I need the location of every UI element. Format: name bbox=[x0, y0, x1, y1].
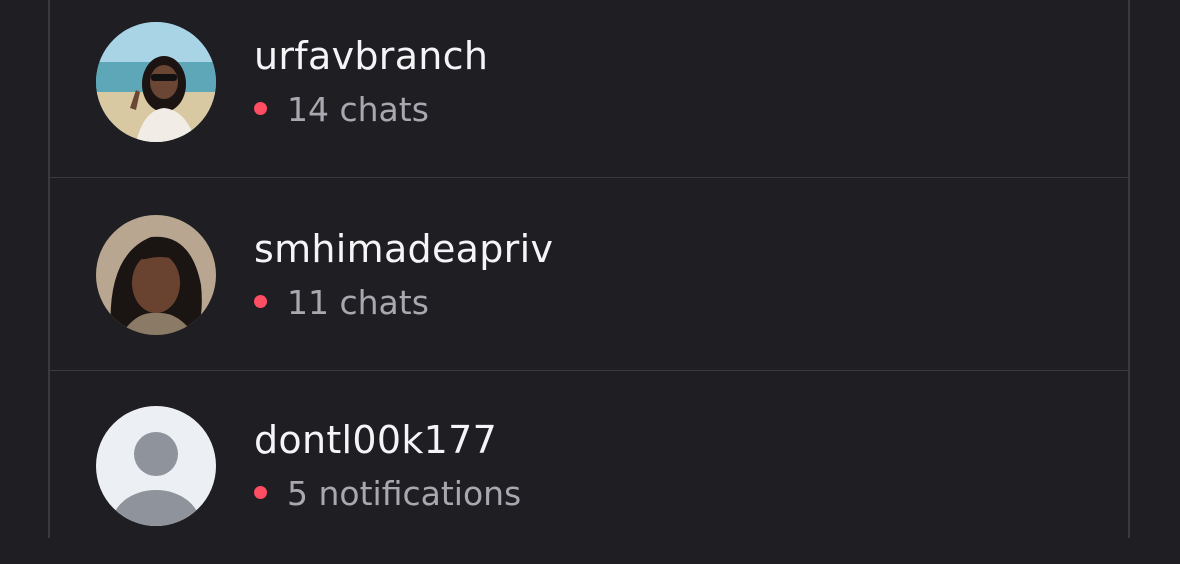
account-status-text: 14 chats bbox=[287, 90, 429, 129]
account-status: 11 chats bbox=[254, 283, 429, 322]
avatar bbox=[96, 406, 216, 526]
account-status-text: 5 notifications bbox=[287, 474, 522, 513]
unread-dot-icon bbox=[254, 102, 267, 115]
unread-dot-icon bbox=[254, 295, 267, 308]
avatar bbox=[96, 22, 216, 142]
user-photo-portrait bbox=[96, 215, 216, 335]
account-row-urfavbranch[interactable]: urfavbranch 14 chats bbox=[50, 0, 1128, 178]
account-row-dontl00k177[interactable]: dontl00k177 5 notifications bbox=[50, 372, 1128, 564]
account-status: 14 chats bbox=[254, 90, 429, 129]
row-divider bbox=[50, 177, 1128, 178]
avatar bbox=[96, 215, 216, 335]
account-username: dontl00k177 bbox=[254, 418, 498, 462]
account-status: 5 notifications bbox=[254, 474, 521, 513]
account-status-text: 11 chats bbox=[287, 283, 429, 322]
account-username: urfavbranch bbox=[254, 34, 489, 78]
row-divider bbox=[50, 370, 1128, 371]
user-photo-beach bbox=[96, 22, 216, 142]
account-username: smhimadeapriv bbox=[254, 227, 554, 271]
default-avatar-icon bbox=[96, 406, 216, 526]
unread-dot-icon bbox=[254, 486, 267, 499]
account-list: urfavbranch 14 chats smhimadeapriv 11 ch… bbox=[48, 0, 1130, 538]
account-row-smhimadeapriv[interactable]: smhimadeapriv 11 chats bbox=[50, 179, 1128, 371]
